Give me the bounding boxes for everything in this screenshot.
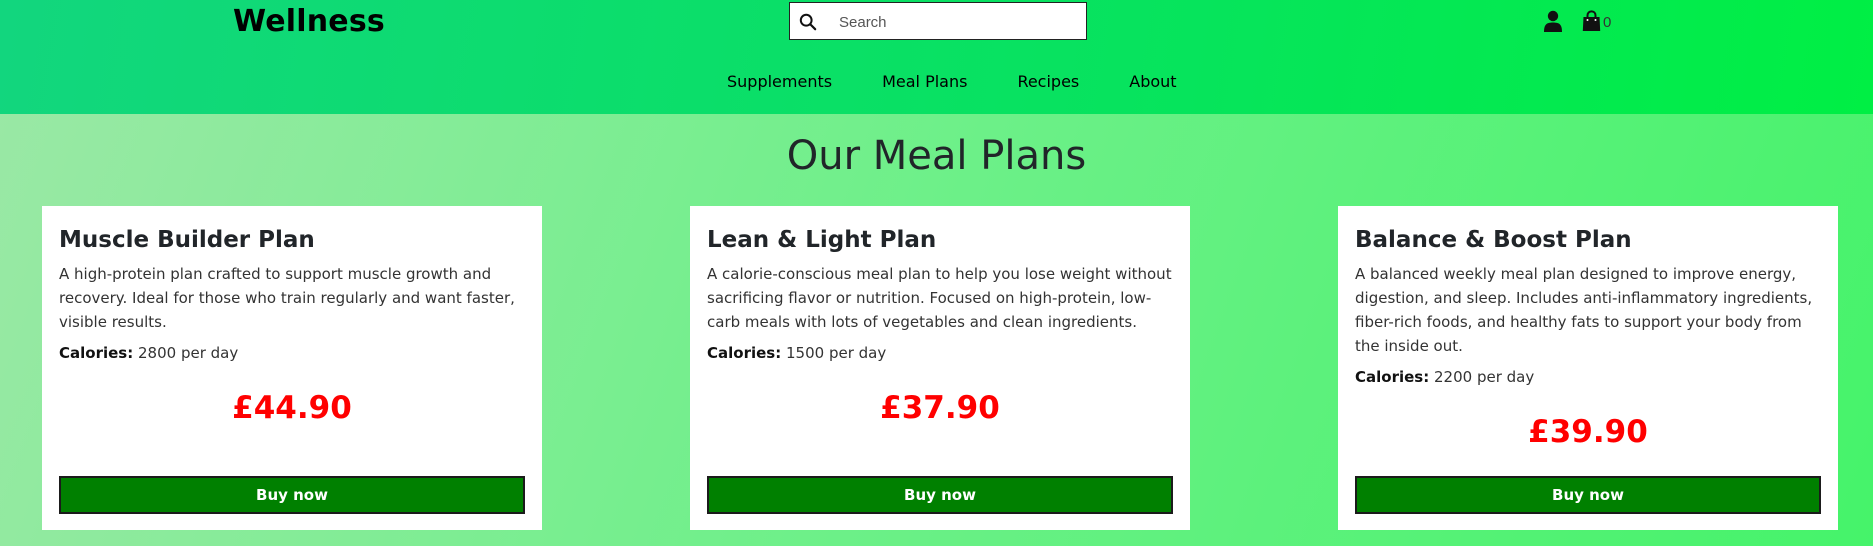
plan-name: Balance & Boost Plan — [1355, 227, 1632, 253]
user-icon[interactable] — [1543, 10, 1563, 32]
buy-now-button[interactable]: Buy now — [707, 476, 1173, 514]
plan-description: A high-protein plan crafted to support m… — [59, 265, 515, 331]
meal-plan-card: Lean & Light Plan A calorie-conscious me… — [690, 206, 1190, 530]
meal-plan-card: Muscle Builder Plan A high-protein plan … — [42, 206, 542, 530]
plan-calories: Calories: 1500 per day — [707, 344, 1173, 362]
page-title: Our Meal Plans — [786, 133, 1087, 179]
calories-value: 2800 per day — [138, 344, 239, 362]
nav-item-about[interactable]: About — [1129, 72, 1176, 91]
search-icon[interactable] — [799, 13, 817, 31]
nav-item-supplements[interactable]: Supplements — [727, 72, 832, 91]
calories-label: Calories: — [1355, 368, 1430, 386]
nav-item-recipes[interactable]: Recipes — [1017, 72, 1079, 91]
site-header: Wellness 0 Supplements Meal Plans Recipe… — [0, 0, 1873, 114]
calories-value: 2200 per day — [1434, 368, 1535, 386]
plan-price: £39.90 — [1528, 414, 1648, 450]
shopping-bag-icon — [1582, 10, 1601, 31]
search-box[interactable] — [789, 2, 1087, 40]
search-input[interactable] — [837, 10, 1076, 34]
calories-label: Calories: — [59, 344, 134, 362]
plan-calories: Calories: 2200 per day — [1355, 368, 1821, 386]
meal-plan-card: Balance & Boost Plan A balanced weekly m… — [1338, 206, 1838, 530]
plan-description: A balanced weekly meal plan designed to … — [1355, 265, 1813, 355]
calories-value: 1500 per day — [786, 344, 887, 362]
plan-description: A calorie-conscious meal plan to help yo… — [707, 265, 1172, 331]
plan-price: £37.90 — [880, 390, 1000, 426]
nav-item-meal-plans[interactable]: Meal Plans — [882, 72, 967, 91]
cart-count: 0 — [1603, 13, 1612, 31]
plan-calories: Calories: 2800 per day — [59, 344, 525, 362]
plan-name: Muscle Builder Plan — [59, 227, 315, 253]
buy-now-button[interactable]: Buy now — [1355, 476, 1821, 514]
calories-label: Calories: — [707, 344, 782, 362]
brand-logo[interactable]: Wellness — [233, 4, 385, 39]
plan-price: £44.90 — [232, 390, 352, 426]
plan-name: Lean & Light Plan — [707, 227, 937, 253]
cart-button[interactable]: 0 — [1582, 10, 1611, 32]
buy-now-button[interactable]: Buy now — [59, 476, 525, 514]
main-nav: Supplements Meal Plans Recipes About — [727, 72, 1177, 91]
